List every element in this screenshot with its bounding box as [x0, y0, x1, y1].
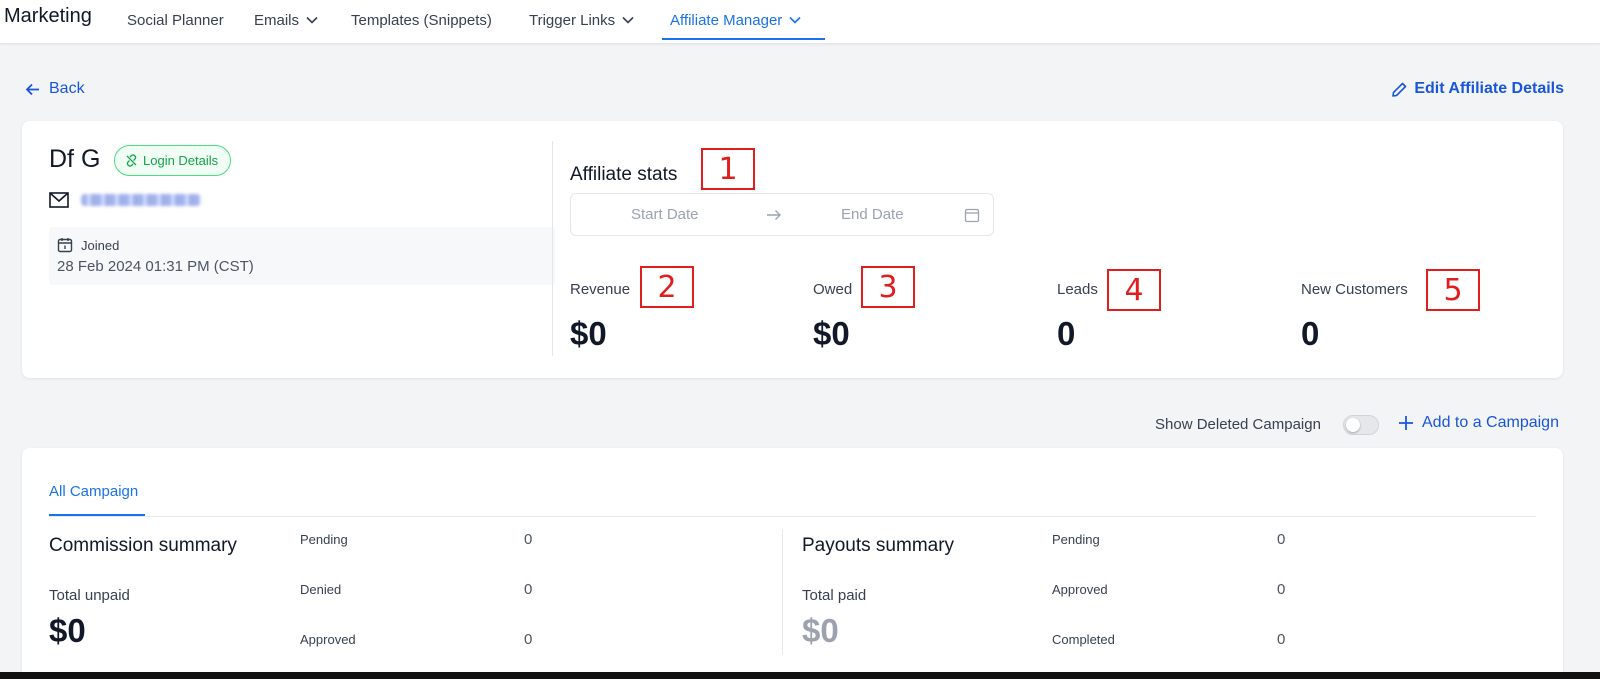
new-customers-value: 0 [1301, 315, 1320, 352]
total-paid-value: $0 [802, 612, 839, 649]
payouts-approved-label: Approved [1052, 582, 1108, 597]
arrow-right-icon [767, 210, 781, 220]
joined-date: 28 Feb 2024 01:31 PM (CST) [57, 258, 254, 275]
total-paid-label: Total paid [802, 587, 867, 604]
screen-bottom-edge [0, 672, 1600, 679]
commission-approved-value: 0 [524, 631, 533, 648]
tab-all-campaign[interactable]: All Campaign [49, 483, 138, 500]
calendar-icon [57, 238, 73, 253]
login-details-label: Login Details [143, 153, 219, 168]
payouts-completed-value: 0 [1277, 631, 1286, 648]
revenue-value: $0 [570, 315, 607, 352]
payouts-pending-label: Pending [1052, 532, 1100, 547]
owed-label: Owed [813, 281, 853, 298]
new-customers-label: New Customers [1301, 281, 1408, 298]
total-unpaid-value: $0 [49, 612, 86, 649]
affiliate-name: Df G [49, 145, 101, 173]
login-details-button[interactable]: Login Details [114, 145, 232, 176]
payouts-completed-label: Completed [1052, 632, 1115, 647]
nav-trigger-links-label: Trigger Links [529, 11, 616, 29]
annotation-box-4: 4 [1107, 269, 1161, 311]
end-date-input[interactable]: End Date [841, 206, 904, 223]
nav-affiliate-manager[interactable]: Affiliate Manager [670, 9, 802, 31]
payouts-pending-value: 0 [1277, 531, 1286, 548]
total-unpaid-label: Total unpaid [49, 587, 130, 604]
add-to-campaign-button[interactable]: Add to a Campaign [1398, 414, 1559, 432]
commission-denied-value: 0 [524, 581, 533, 598]
brand-title: Marketing [4, 5, 92, 27]
show-deleted-label: Show Deleted Campaign [1155, 416, 1321, 433]
joined-info: Joined 28 Feb 2024 01:31 PM (CST) [49, 227, 555, 285]
nav-affiliate-manager-label: Affiliate Manager [670, 11, 783, 29]
chevron-down-icon [622, 16, 634, 24]
annotation-box-5: 5 [1426, 269, 1480, 311]
start-date-input[interactable]: Start Date [631, 206, 699, 223]
commission-summary-title: Commission summary [49, 535, 237, 556]
nav-trigger-links[interactable]: Trigger Links [529, 9, 635, 31]
chevron-down-icon [306, 16, 318, 24]
affiliate-profile-card: Df G Login Details Joined 28 Feb 2024 01… [22, 121, 1563, 378]
owed-value: $0 [813, 315, 850, 352]
commission-pending-label: Pending [300, 532, 348, 547]
top-nav: Marketing Social Planner Emails Template… [0, 0, 1600, 44]
nav-social-planner-label: Social Planner [127, 11, 224, 29]
leads-label: Leads [1057, 281, 1098, 298]
nav-templates[interactable]: Templates (Snippets) [351, 9, 492, 31]
commission-pending-value: 0 [524, 531, 533, 548]
revenue-label: Revenue [570, 281, 631, 298]
card-divider [552, 141, 553, 356]
back-button[interactable]: Back [24, 80, 85, 98]
date-range-picker[interactable]: Start Date End Date [570, 193, 994, 236]
arrow-left-icon [25, 83, 39, 95]
summary-divider [782, 530, 783, 654]
annotation-box-1: 1 [701, 148, 755, 190]
commission-denied-label: Denied [300, 582, 342, 597]
annotation-box-3: 3 [861, 266, 915, 308]
nav-templates-label: Templates (Snippets) [351, 11, 492, 29]
mail-icon [49, 192, 69, 208]
edit-affiliate-button[interactable]: Edit Affiliate Details [1391, 80, 1564, 98]
nav-social-planner[interactable]: Social Planner [127, 9, 224, 31]
tab-divider [49, 516, 1536, 517]
leads-value: 0 [1057, 315, 1076, 352]
email-row [49, 192, 201, 208]
link-off-icon [126, 154, 137, 167]
pencil-icon [1392, 82, 1407, 97]
campaign-card: All Campaign Commission summary Total un… [22, 448, 1563, 679]
active-tab-indicator [662, 38, 825, 40]
nav-emails-label: Emails [254, 11, 300, 29]
redacted-email [81, 194, 201, 206]
commission-approved-label: Approved [300, 632, 356, 647]
chevron-down-icon [789, 16, 801, 24]
annotation-box-2: 2 [640, 266, 694, 308]
show-deleted-toggle[interactable] [1343, 415, 1379, 435]
add-to-campaign-label: Add to a Campaign [1422, 414, 1559, 431]
back-label: Back [49, 80, 85, 97]
plus-icon [1399, 416, 1413, 430]
nav-emails[interactable]: Emails [254, 9, 319, 31]
joined-label-row: Joined [57, 237, 119, 253]
calendar-icon[interactable] [964, 207, 980, 223]
payouts-approved-value: 0 [1277, 581, 1286, 598]
joined-label: Joined [81, 237, 120, 253]
payouts-summary-title: Payouts summary [802, 535, 955, 556]
affiliate-stats-title: Affiliate stats [570, 164, 678, 185]
edit-affiliate-label: Edit Affiliate Details [1414, 80, 1564, 97]
